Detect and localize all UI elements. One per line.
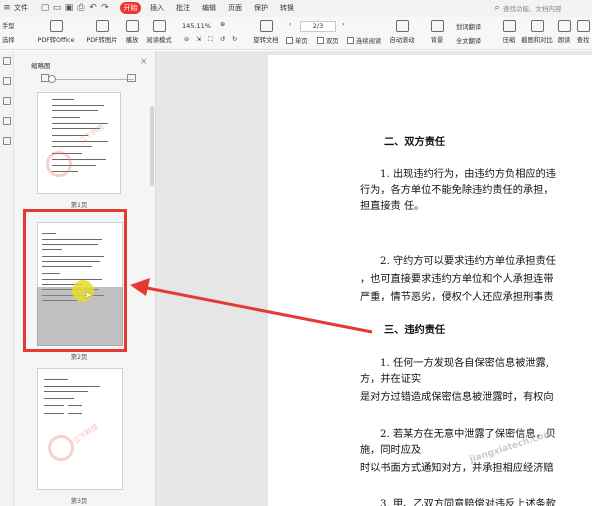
paragraph-line: 担直接责 任。	[360, 201, 425, 212]
print-icon[interactable]: ⎙	[76, 3, 86, 13]
continuous-read-label: 连续阅读	[356, 38, 382, 45]
tab-start[interactable]: 开始	[120, 2, 141, 14]
zoom-in-icon[interactable]: ⊕	[220, 21, 225, 28]
pdf-image-icon	[95, 20, 109, 32]
annotation-list-icon[interactable]	[3, 97, 11, 105]
selected-thumbnail-highlight	[23, 209, 127, 352]
section-heading: 二、双方责任	[384, 137, 446, 148]
find-icon	[576, 20, 590, 32]
pdf-to-image-button[interactable]: PDF转图片	[84, 20, 120, 44]
watermark-logo	[48, 435, 74, 461]
redo-icon[interactable]: ↷	[100, 3, 110, 13]
search-input[interactable]: 查找功能、文档内容	[503, 3, 562, 13]
menu-file[interactable]: 文件	[14, 3, 28, 13]
rotate-right-icon[interactable]: ↻	[232, 36, 237, 43]
new-file-icon[interactable]: ▢	[40, 3, 50, 13]
background-icon	[430, 20, 444, 32]
double-page-checkbox[interactable]	[317, 37, 324, 44]
play-button[interactable]: 播放	[122, 20, 142, 44]
zoom-out-icon[interactable]: ⊖	[184, 36, 189, 43]
paragraph-line: 是对方过错造成保密信息被泄露时，有权向	[360, 392, 554, 403]
thumbnail-size-slider[interactable]	[54, 79, 134, 80]
fit-page-icon[interactable]: ⛶	[208, 36, 212, 44]
translate-selection[interactable]: 划词翻译	[456, 22, 481, 31]
auto-scroll-button[interactable]: 自动滚动	[388, 20, 416, 44]
auto-scroll-icon	[395, 20, 409, 32]
screenshot-icon	[530, 20, 544, 32]
page-thumbnail-1[interactable]: 江下科技	[37, 92, 121, 194]
page-thumbnail-3[interactable]: 江下科技	[37, 368, 123, 490]
tab-convert[interactable]: 转换	[280, 3, 294, 13]
read-aloud-icon	[557, 20, 571, 32]
full-translate[interactable]: 全文翻译	[456, 36, 481, 45]
thumbnail-label-1: 第1页	[70, 202, 88, 209]
select-tool[interactable]: 选择	[2, 35, 15, 44]
zoom-select[interactable]: 145.11%	[182, 21, 220, 32]
bookmark-icon[interactable]	[3, 77, 11, 85]
pdf-office-icon	[49, 20, 63, 32]
tab-annotate[interactable]: 批注	[176, 3, 190, 13]
slider-knob[interactable]	[48, 75, 56, 83]
undo-icon[interactable]: ↶	[88, 3, 98, 13]
read-aloud-button[interactable]: 朗读	[556, 20, 572, 44]
save-icon[interactable]: ▣	[64, 3, 74, 13]
left-icon-rail	[0, 51, 14, 506]
continuous-read-checkbox[interactable]	[347, 37, 354, 44]
close-icon[interactable]: ×	[140, 57, 148, 67]
single-page-checkbox[interactable]	[286, 37, 293, 44]
paragraph-line: 时以书面方式通知对方，并承担相应经济赔	[360, 463, 554, 474]
paragraph-line: ，也可直接要求违约方单位和个人承担连带	[360, 274, 554, 285]
tab-protect[interactable]: 保护	[254, 3, 268, 13]
thumbnail-label-2: 第2页	[70, 354, 88, 361]
next-page-icon[interactable]: ›	[342, 21, 345, 28]
watermark-text: 江下科技	[72, 422, 100, 446]
paragraph-line: 行为，各方单位不能免除违约责任的承担，	[360, 185, 554, 196]
tab-page[interactable]: 页面	[228, 3, 242, 13]
tab-insert[interactable]: 插入	[150, 3, 164, 13]
paragraph-line: 1. 出现违约行为，由违约方负相应的违	[380, 169, 556, 180]
tab-edit[interactable]: 编辑	[202, 3, 216, 13]
pdf-to-office-button[interactable]: PDF转Office	[36, 20, 76, 44]
search-panel-icon[interactable]	[3, 137, 11, 145]
thumbnail-panel-title: 缩略图	[31, 62, 51, 70]
background-button[interactable]: 背景	[428, 20, 446, 44]
menu-icon[interactable]: ≡	[2, 3, 12, 13]
rotate-document-button[interactable]: 旋转文档	[252, 20, 280, 44]
watermark-text: 江下科技	[78, 122, 106, 146]
single-page-label: 单页	[295, 38, 308, 45]
paragraph-line: 1. 任何一方发现各自保密信息被泄露,	[380, 358, 550, 369]
thumbnail-panel-icon[interactable]	[3, 57, 11, 65]
search-icon: ⌕	[494, 3, 500, 13]
find-button[interactable]: 查找	[574, 20, 592, 44]
large-thumbnail-icon[interactable]	[127, 74, 136, 82]
rotate-document-icon	[259, 20, 273, 32]
double-page-label: 双页	[326, 38, 339, 45]
compress-button[interactable]: 压缩	[500, 20, 518, 44]
thumbnail-scrollbar[interactable]	[150, 106, 154, 186]
hand-tool[interactable]: 手型	[2, 21, 15, 30]
rotate-left-icon[interactable]: ↺	[220, 36, 225, 43]
attachment-icon[interactable]	[3, 117, 11, 125]
read-mode-button[interactable]: 阅读模式	[146, 20, 172, 44]
page-number-input[interactable]: 2/3	[300, 21, 336, 32]
thumbnail-label-3: 第3页	[70, 498, 88, 505]
paragraph-line: 严重，情节恶劣，侵权个人还应承担刑事责	[360, 292, 554, 303]
prev-page-icon[interactable]: ‹	[289, 21, 292, 28]
ribbon-toolbar: 手型 选择 PDF转Office PDF转图片 播放 阅读模式 145.11% …	[0, 17, 592, 50]
watermark-logo	[46, 151, 72, 177]
paragraph-line: 2. 守约方可以要求违约方单位承担责任	[380, 256, 556, 267]
read-mode-icon	[152, 20, 166, 32]
paragraph-line: 3. 甲、乙双方同意赔偿对违反上述条款	[380, 499, 556, 506]
paragraph-line: 方，并在证实	[360, 374, 422, 385]
screenshot-compare-button[interactable]: 截图和对比	[521, 20, 553, 44]
menu-bar: ≡ 文件 ▢ ▭ ▣ ⎙ ↶ ↷ 开始 插入 批注 编辑 页面 保护 转换 ⌕ …	[0, 0, 592, 17]
section-heading: 三、违约责任	[384, 325, 446, 336]
open-folder-icon[interactable]: ▭	[52, 3, 62, 13]
paragraph-line: 施，同时应及	[360, 445, 422, 456]
compress-icon	[502, 20, 516, 32]
fit-width-icon[interactable]: ⇲	[196, 36, 201, 43]
play-icon	[125, 20, 139, 32]
